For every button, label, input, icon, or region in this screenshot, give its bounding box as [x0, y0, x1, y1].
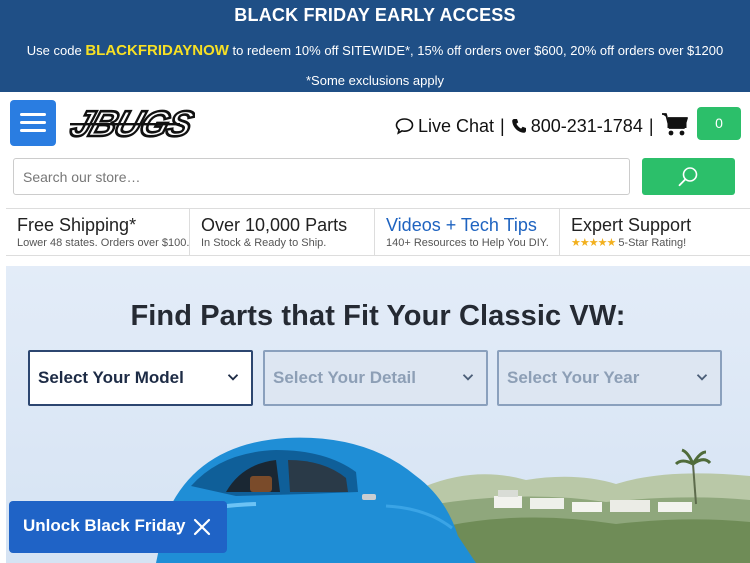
menu-button[interactable]: [10, 100, 56, 146]
separator: |: [500, 115, 505, 136]
feature-videos-tech-tips[interactable]: Videos + Tech Tips 140+ Resources to Hel…: [375, 209, 560, 255]
logo[interactable]: JBUGS: [64, 103, 200, 146]
promo-title: BLACK FRIDAY EARLY ACCESS: [234, 5, 516, 25]
select-year[interactable]: Select Your Year: [497, 350, 722, 406]
feature-subtitle: In Stock & Ready to Ship.: [201, 237, 327, 249]
live-chat-link[interactable]: Live Chat: [418, 116, 494, 137]
search-button[interactable]: [642, 158, 735, 195]
feature-strip: Free Shipping* Lower 48 states. Orders o…: [6, 208, 750, 256]
search-input[interactable]: [13, 158, 630, 195]
unlock-black-friday-button[interactable]: Unlock Black Friday: [9, 501, 227, 553]
feature-subtitle: 5-Star Rating!: [618, 237, 687, 249]
chevron-down-icon: [462, 374, 474, 381]
select-year-label: Select Your Year: [507, 368, 640, 387]
feature-subtitle-row: ★★★★★ 5-Star Rating!: [571, 236, 750, 250]
select-model[interactable]: Select Your Model: [28, 350, 253, 406]
promo-suffix: to redeem 10% off SITEWIDE*, 15% off ord…: [228, 43, 724, 88]
unlock-label: Unlock Black Friday: [23, 516, 186, 535]
phone-number[interactable]: 800-231-1784: [531, 116, 643, 137]
select-model-label: Select Your Model: [38, 368, 184, 387]
menu-icon: [20, 113, 46, 116]
chevron-down-icon: [227, 374, 239, 381]
feature-free-shipping[interactable]: Free Shipping* Lower 48 states. Orders o…: [6, 209, 190, 255]
contact-bar: Live Chat | 800-231-1784 |: [395, 113, 660, 139]
select-detail-label: Select Your Detail: [273, 368, 416, 387]
feature-title: Expert Support: [571, 215, 692, 235]
hero-heading: Find Parts that Fit Your Classic VW:: [130, 300, 626, 332]
cart-icon[interactable]: [661, 112, 689, 138]
promo-text: Use code BLACKFRIDAYNOW to redeem 10% of…: [0, 36, 750, 96]
feature-expert-support[interactable]: Expert Support ★★★★★ 5-Star Rating!: [560, 209, 750, 255]
feature-title: Videos + Tech Tips: [386, 215, 537, 235]
feature-title: Free Shipping*: [17, 215, 137, 235]
feature-parts[interactable]: Over 10,000 Parts In Stock & Ready to Sh…: [190, 209, 375, 255]
feature-subtitle: Lower 48 states. Orders over $100.: [17, 237, 190, 249]
close-icon[interactable]: [192, 517, 212, 537]
promo-prefix: Use code: [26, 43, 86, 58]
chat-icon: [395, 118, 414, 135]
promo-code: BLACKFRIDAYNOW: [85, 42, 229, 59]
separator: |: [648, 115, 654, 136]
feature-title: Over 10,000 Parts: [201, 215, 348, 235]
cart-count-badge[interactable]: 0: [697, 107, 741, 140]
promo-banner: BLACK FRIDAY EARLY ACCESS Use code BLACK…: [0, 0, 750, 92]
menu-icon-bar: [20, 129, 46, 132]
select-detail[interactable]: Select Your Detail: [263, 350, 488, 406]
chevron-down-icon: [696, 374, 708, 381]
star-rating-icon: ★★★★★: [571, 237, 616, 249]
phone-icon: [511, 119, 526, 133]
feature-subtitle: 140+ Resources to Help You DIY.: [386, 237, 549, 249]
menu-icon-bar: [20, 121, 46, 124]
search-icon: [678, 167, 698, 187]
